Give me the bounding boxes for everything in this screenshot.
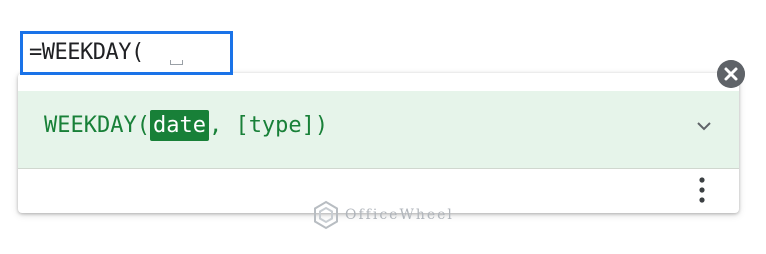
watermark-text: OfficeWheel: [345, 207, 454, 223]
function-signature-row[interactable]: WEEKDAY(date, [type]): [18, 91, 739, 169]
watermark: OfficeWheel: [311, 200, 454, 230]
formula-input-text[interactable]: =WEEKDAY(: [29, 40, 144, 65]
spreadsheet-canvas: =WEEKDAY( WEEKDAY(date, [type]) OfficeWh…: [0, 0, 766, 254]
formula-help-popup: WEEKDAY(date, [type]): [18, 73, 739, 213]
cell-editor[interactable]: =WEEKDAY(: [20, 31, 233, 75]
chevron-down-icon[interactable]: [697, 119, 711, 133]
remaining-arguments: , [type]): [208, 113, 329, 138]
more-vert-icon[interactable]: [697, 176, 707, 204]
active-argument: date: [149, 110, 209, 141]
officewheel-logo-icon: [314, 200, 338, 230]
close-icon[interactable]: [717, 60, 745, 88]
function-name: WEEKDAY(: [44, 113, 150, 138]
text-cursor-icon: [170, 60, 183, 65]
function-signature: WEEKDAY(date, [type]): [44, 110, 329, 141]
